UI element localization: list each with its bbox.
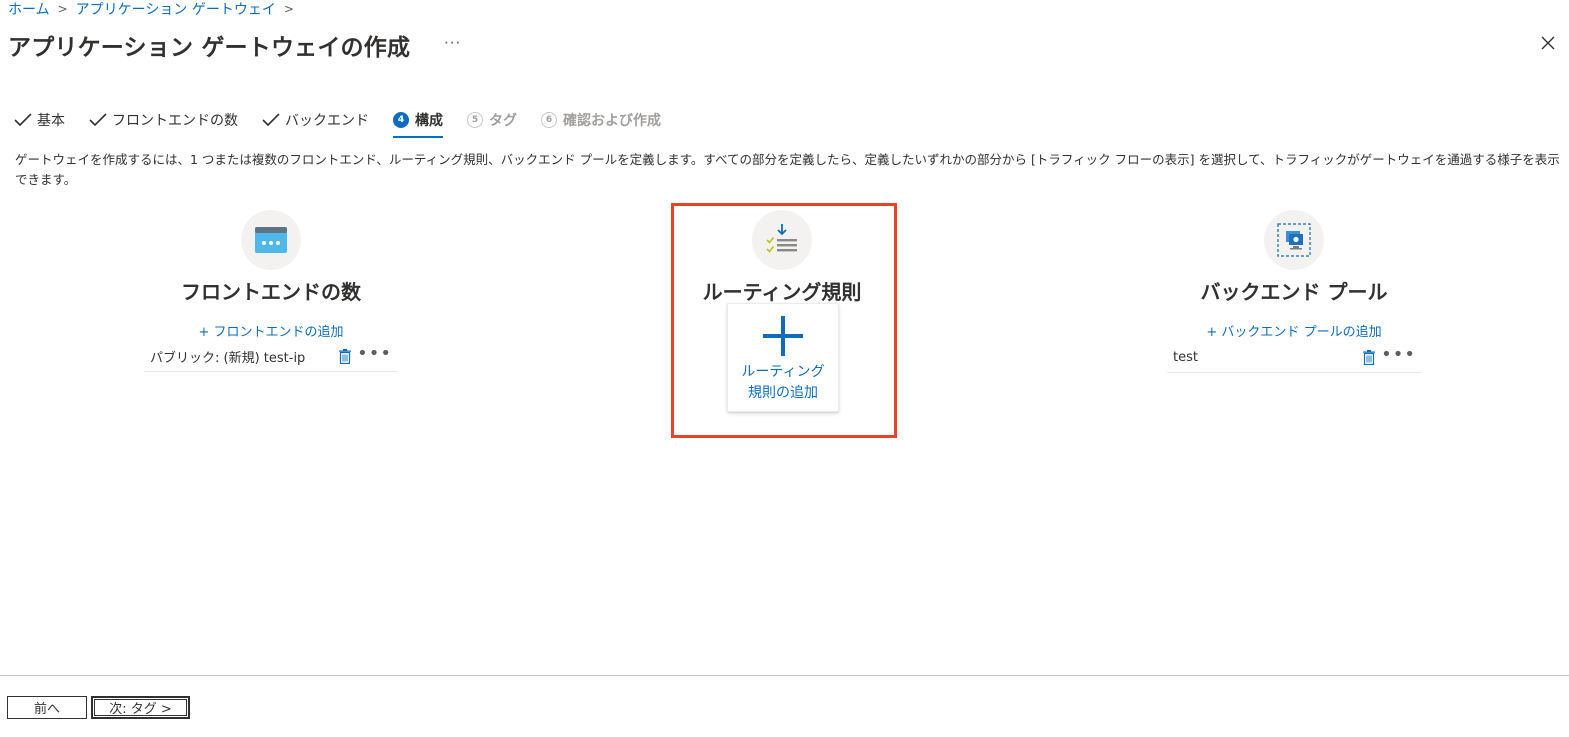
chevron-right-icon: >: [57, 2, 68, 16]
backend-pools-title: バックエンド プール: [1200, 280, 1388, 304]
close-icon[interactable]: [1539, 34, 1557, 52]
tab-frontends[interactable]: フロントエンドの数: [89, 108, 238, 132]
backend-pool-item-label: test: [1173, 350, 1198, 365]
breadcrumb-home-link[interactable]: ホーム: [8, 0, 50, 19]
checkmark-icon: [262, 113, 280, 127]
frontends-section: フロントエンドの数 + フロントエンドの追加: [171, 210, 371, 340]
breadcrumb: ホーム > アプリケーション ゲートウェイ >: [8, 0, 302, 18]
backend-pool-icon: [1264, 210, 1324, 270]
highlight-box: [671, 203, 897, 438]
trash-icon[interactable]: [1363, 350, 1376, 365]
tab-label: 基本: [37, 113, 65, 129]
footer-divider: [0, 675, 1569, 676]
step-number-badge: 4: [393, 112, 409, 128]
next-tags-button[interactable]: 次: タグ >: [91, 696, 190, 719]
step-number-badge: 6: [541, 112, 557, 128]
page-title: アプリケーション ゲートウェイの作成: [8, 35, 411, 61]
tab-label: 構成: [415, 113, 443, 129]
backend-pool-list-item[interactable]: test •••: [1167, 343, 1422, 373]
checkmark-icon: [14, 113, 32, 127]
tab-tags[interactable]: 5 タグ: [467, 108, 517, 132]
step-number-badge: 5: [467, 112, 483, 128]
checkmark-icon: [89, 113, 107, 127]
frontend-icon: [241, 210, 301, 270]
chevron-right-icon: >: [283, 2, 294, 16]
tab-backends[interactable]: バックエンド: [262, 108, 369, 132]
frontend-list-item[interactable]: パブリック: (新規) test-ip •••: [144, 342, 398, 372]
tab-label: フロントエンドの数: [112, 113, 238, 129]
tab-basics[interactable]: 基本: [14, 108, 65, 132]
add-backend-pool-link[interactable]: + バックエンド プールの追加: [1206, 321, 1381, 340]
add-frontend-link[interactable]: + フロントエンドの追加: [198, 321, 343, 340]
frontend-item-label: パブリック: (新規) test-ip: [150, 351, 306, 366]
tab-review-create[interactable]: 6 確認および作成: [541, 108, 661, 132]
tab-label: 確認および作成: [563, 113, 661, 129]
tab-label: タグ: [489, 113, 517, 129]
configuration-description: ゲートウェイを作成するには、1 つまたは複数のフロントエンド、ルーティング規則、…: [15, 152, 1560, 187]
trash-icon[interactable]: [339, 349, 352, 364]
more-options-icon[interactable]: •••: [1381, 345, 1416, 363]
tab-configuration[interactable]: 4 構成: [393, 108, 443, 138]
frontends-title: フロントエンドの数: [181, 280, 361, 304]
previous-button[interactable]: 前へ: [7, 696, 87, 719]
more-options-icon[interactable]: •••: [357, 344, 392, 362]
more-options-button[interactable]: ···: [444, 34, 461, 52]
item-actions: •••: [1363, 345, 1416, 365]
backend-pools-section: バックエンド プール + バックエンド プールの追加: [1194, 210, 1394, 340]
wizard-tabs: 基本 フロントエンドの数 バックエンド 4 構成 5 タグ 6 確認および作成: [14, 108, 685, 138]
item-actions: •••: [339, 344, 392, 364]
breadcrumb-app-gateway-link[interactable]: アプリケーション ゲートウェイ: [76, 0, 276, 19]
tab-label: バックエンド: [285, 113, 369, 129]
